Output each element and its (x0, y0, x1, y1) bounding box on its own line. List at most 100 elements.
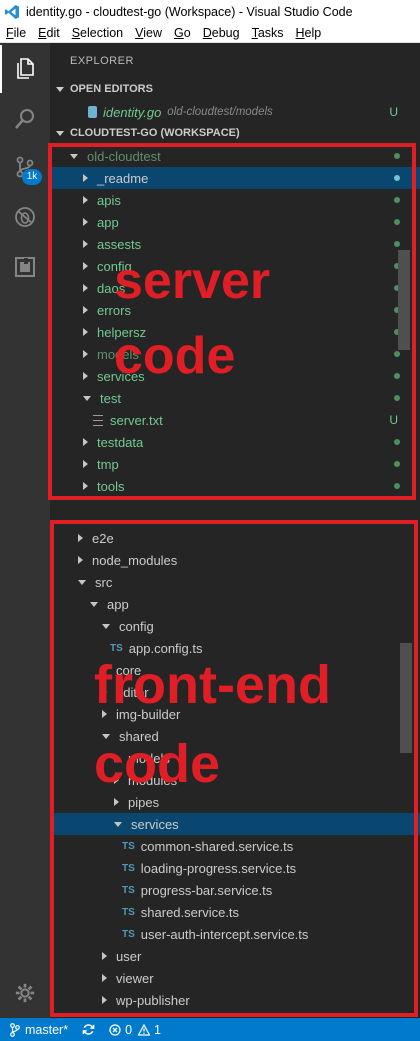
tree-file-server-txt[interactable]: server.txt U (50, 409, 420, 431)
typescript-file-icon: TS (110, 642, 123, 654)
menu-help[interactable]: Help (296, 26, 322, 40)
modified-dot-icon (394, 175, 400, 181)
tree-folder-src[interactable]: src (50, 571, 420, 593)
tree-folder-node-modules[interactable]: node_modules (50, 549, 420, 571)
activity-debug[interactable] (0, 193, 50, 241)
menu-go[interactable]: Go (174, 26, 191, 40)
menu-edit-mnemonic: E (38, 26, 47, 40)
git-branch-item[interactable]: master* (10, 1023, 68, 1037)
gear-icon (15, 983, 35, 1003)
activity-source-control[interactable]: 1k (0, 143, 50, 191)
tree-folder-app[interactable]: app (50, 211, 420, 233)
chevron-right-icon (83, 328, 88, 336)
chevron-down-icon (102, 623, 110, 629)
sync-button[interactable] (82, 1023, 95, 1036)
activity-extensions[interactable] (0, 243, 50, 291)
error-icon (109, 1023, 121, 1036)
activity-bar: 1k (0, 43, 50, 1018)
tree-folder-user[interactable]: user (50, 945, 420, 967)
tree-folder-wp-publisher[interactable]: wp-publisher (50, 989, 420, 1011)
title-bar: identity.go - cloudtest-go (Workspace) -… (0, 0, 420, 24)
chevron-down-icon (70, 153, 78, 159)
extensions-icon (15, 257, 35, 277)
git-branch-name: master* (25, 1022, 69, 1037)
status-bar: master* 0 1 (0, 1018, 420, 1041)
tree-label: server.txt (110, 412, 163, 428)
workspace-title: CLOUDTEST-GO (WORKSPACE) (70, 127, 240, 139)
tree-folder-tools[interactable]: tools (50, 475, 420, 497)
search-icon (15, 109, 34, 129)
warning-icon (138, 1023, 151, 1036)
chevron-right-icon (78, 556, 83, 564)
menu-edit-label: dit (46, 26, 60, 40)
tree-folder-config[interactable]: config (50, 615, 420, 637)
chevron-right-icon (83, 306, 88, 314)
activity-manage[interactable] (0, 969, 50, 1017)
tree-label: services (131, 816, 179, 832)
chevron-right-icon (102, 996, 107, 1004)
chevron-right-icon (114, 798, 119, 806)
modified-dot-icon (394, 461, 400, 467)
menu-selection-label: election (80, 26, 124, 40)
menu-view[interactable]: View (135, 26, 162, 40)
server-annotation-line2: code (114, 327, 236, 385)
modified-dot-icon (394, 241, 400, 247)
tree-label: node_modules (92, 552, 178, 568)
tree-folder-test[interactable]: test (50, 387, 420, 409)
text-file-icon (93, 414, 103, 426)
tree-file-common-shared-service[interactable]: TS common-shared.service.ts (50, 835, 420, 857)
tree-folder-apis[interactable]: apis (50, 189, 420, 211)
open-editor-path: old-cloudtest/models (167, 106, 273, 118)
tree-label: _readme (97, 170, 149, 186)
tree-file-shared-service[interactable]: TS shared.service.ts (50, 901, 420, 923)
tree-file-user-auth-intercept-service[interactable]: TS user-auth-intercept.service.ts (50, 923, 420, 945)
menu-selection[interactable]: Selection (72, 26, 123, 40)
tree-folder-app[interactable]: app (50, 593, 420, 615)
debug-bug-icon (15, 207, 35, 227)
tree-folder-tmp[interactable]: tmp (50, 453, 420, 475)
chevron-right-icon (102, 952, 107, 960)
window-title: identity.go - cloudtest-go (Workspace) -… (26, 5, 353, 19)
workspace-header[interactable]: CLOUDTEST-GO (WORKSPACE) (50, 122, 420, 144)
server-tree-scrollbar[interactable] (398, 250, 410, 350)
tree-file-loading-progress-service[interactable]: TS loading-progress.service.ts (50, 857, 420, 879)
menu-tasks[interactable]: Tasks (252, 26, 284, 40)
menu-go-label: o (183, 26, 191, 40)
menu-debug[interactable]: Debug (203, 26, 240, 40)
warning-count: 1 (154, 1022, 161, 1037)
menu-view-label: iew (143, 26, 163, 40)
tree-label: testdata (97, 434, 144, 450)
tree-label: viewer (116, 970, 154, 986)
open-editors-header[interactable]: OPEN EDITORS (50, 78, 420, 100)
tree-folder-testdata[interactable]: testdata (50, 431, 420, 453)
tree-folder-pipes[interactable]: pipes (50, 791, 420, 813)
open-editor-item[interactable]: identity.go old-cloudtest/models U (50, 101, 420, 123)
chevron-right-icon (83, 350, 88, 358)
tree-label: old-cloudtest (87, 148, 161, 164)
untracked-status: U (389, 413, 398, 427)
client-tree-scrollbar[interactable] (400, 643, 412, 753)
tree-label: common-shared.service.ts (140, 838, 294, 854)
chevron-down-icon (56, 130, 64, 136)
problems-item[interactable]: 0 1 (109, 1023, 161, 1037)
menu-selection-mnemonic: S (71, 26, 81, 40)
typescript-file-icon: TS (122, 906, 135, 918)
modified-dot-icon (394, 351, 400, 357)
menu-tasks-label: asks (257, 26, 284, 40)
menu-file[interactable]: File (6, 26, 26, 40)
sync-icon (82, 1024, 95, 1035)
tree-folder-e2e[interactable]: e2e (50, 527, 420, 549)
tree-folder-old-cloudtest[interactable]: old-cloudtest (50, 145, 420, 167)
typescript-file-icon: TS (122, 928, 135, 940)
tree-file-progress-bar-service[interactable]: TS progress-bar.service.ts (50, 879, 420, 901)
chevron-down-icon (78, 579, 86, 585)
tree-folder-services[interactable]: services (50, 813, 420, 835)
git-branch-icon (10, 1022, 20, 1037)
tree-folder-readme[interactable]: _readme (50, 167, 420, 189)
activity-explorer[interactable] (0, 45, 50, 93)
menu-help-label: elp (304, 26, 322, 40)
tree-folder-viewer[interactable]: viewer (50, 967, 420, 989)
tree-label: tmp (97, 456, 119, 472)
activity-search[interactable] (0, 95, 50, 143)
menu-edit[interactable]: Edit (38, 26, 60, 40)
